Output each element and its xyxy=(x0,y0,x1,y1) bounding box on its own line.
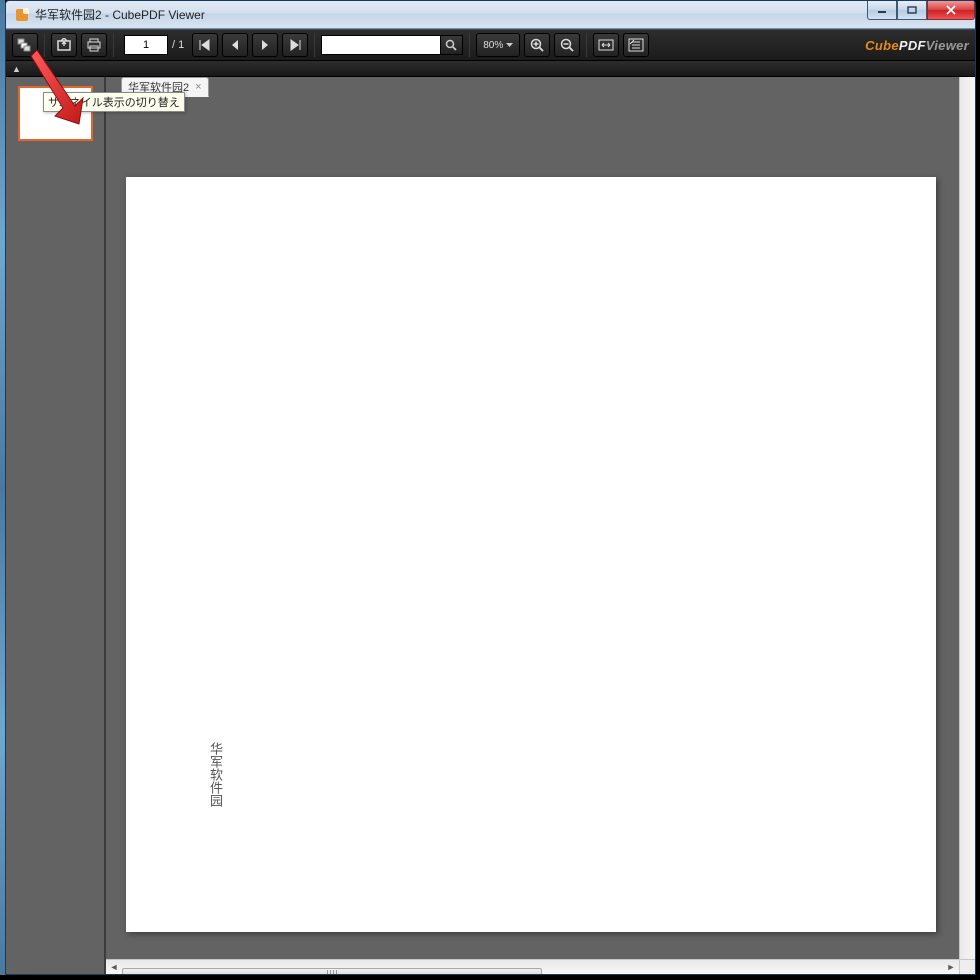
window-title: 华军软件园2 - CubePDF Viewer xyxy=(35,6,205,23)
app-window: 华军软件园2 - CubePDF Viewer xyxy=(5,0,976,975)
fit-page-icon xyxy=(628,38,644,52)
brand-part2: PDF xyxy=(899,38,926,53)
page-total: / 1 xyxy=(172,39,184,51)
zoom-value: 80% xyxy=(483,40,503,51)
separator xyxy=(586,33,587,57)
fit-page-button[interactable] xyxy=(623,33,649,57)
zoom-in-button[interactable] xyxy=(524,33,550,57)
expand-triangle-icon[interactable]: ▲ xyxy=(12,64,21,74)
fit-width-button[interactable] xyxy=(593,33,619,57)
maximize-icon xyxy=(907,6,917,14)
page-indicator: / 1 xyxy=(124,35,184,55)
search-group xyxy=(321,35,463,55)
print-icon xyxy=(86,38,102,52)
maximize-button[interactable] xyxy=(897,1,927,20)
thumbnail-toggle-button[interactable] xyxy=(12,33,38,57)
window-controls xyxy=(867,1,975,20)
search-button[interactable] xyxy=(441,35,463,55)
zoom-select[interactable]: 80% xyxy=(476,33,520,57)
minimize-icon xyxy=(877,6,887,14)
first-page-icon xyxy=(198,39,212,51)
app-icon xyxy=(14,7,30,23)
search-input[interactable] xyxy=(321,35,441,55)
search-icon xyxy=(445,39,458,52)
horizontal-scrollbar[interactable]: ◄ ► xyxy=(106,959,959,974)
separator xyxy=(44,33,45,57)
toolbar: / 1 80% xyxy=(6,29,975,61)
scrollbar-corner xyxy=(959,959,975,974)
next-page-icon xyxy=(259,39,271,51)
title-bar[interactable]: 华军软件园2 - CubePDF Viewer xyxy=(6,1,975,29)
last-page-icon xyxy=(288,39,302,51)
thumbnail-toggle-icon xyxy=(17,38,33,52)
separator xyxy=(469,33,470,57)
close-icon xyxy=(945,5,957,15)
brand-part3: Viewer xyxy=(926,38,969,53)
page-viewer[interactable]: 华军软件园 ◄ ► xyxy=(106,77,975,974)
scroll-left-icon[interactable]: ◄ xyxy=(106,961,122,974)
zoom-out-icon xyxy=(560,38,575,53)
print-button[interactable] xyxy=(81,33,107,57)
tooltip: サムネイル表示の切り替え xyxy=(43,92,185,112)
content-area: 华军软件园 ◄ ► xyxy=(6,77,975,974)
scroll-right-icon[interactable]: ► xyxy=(943,961,959,974)
separator xyxy=(113,33,114,57)
zoom-out-button[interactable] xyxy=(554,33,580,57)
open-file-button[interactable] xyxy=(51,33,77,57)
brand-part1: Cube xyxy=(865,38,899,53)
separator xyxy=(314,33,315,57)
desktop-edge xyxy=(0,0,5,975)
tab-close-icon[interactable]: × xyxy=(195,81,201,93)
thumbnail-panel[interactable] xyxy=(6,77,106,974)
scroll-thumb[interactable] xyxy=(122,968,542,974)
last-page-button[interactable] xyxy=(282,33,308,57)
page-text: 华军软件园 xyxy=(206,742,225,807)
first-page-button[interactable] xyxy=(192,33,218,57)
open-file-icon xyxy=(56,38,72,52)
close-button[interactable] xyxy=(927,1,975,20)
fit-width-icon xyxy=(598,38,614,52)
vertical-scrollbar[interactable] xyxy=(959,77,975,959)
pdf-page: 华军软件园 xyxy=(126,177,936,932)
page-number-input[interactable] xyxy=(124,35,168,55)
chevron-down-icon xyxy=(506,43,513,48)
minimize-button[interactable] xyxy=(867,1,897,20)
nav-strip: ▲ xyxy=(6,61,975,77)
prev-page-icon xyxy=(229,39,241,51)
zoom-in-icon xyxy=(530,38,545,53)
brand-logo: CubePDFViewer xyxy=(865,38,969,53)
prev-page-button[interactable] xyxy=(222,33,248,57)
next-page-button[interactable] xyxy=(252,33,278,57)
